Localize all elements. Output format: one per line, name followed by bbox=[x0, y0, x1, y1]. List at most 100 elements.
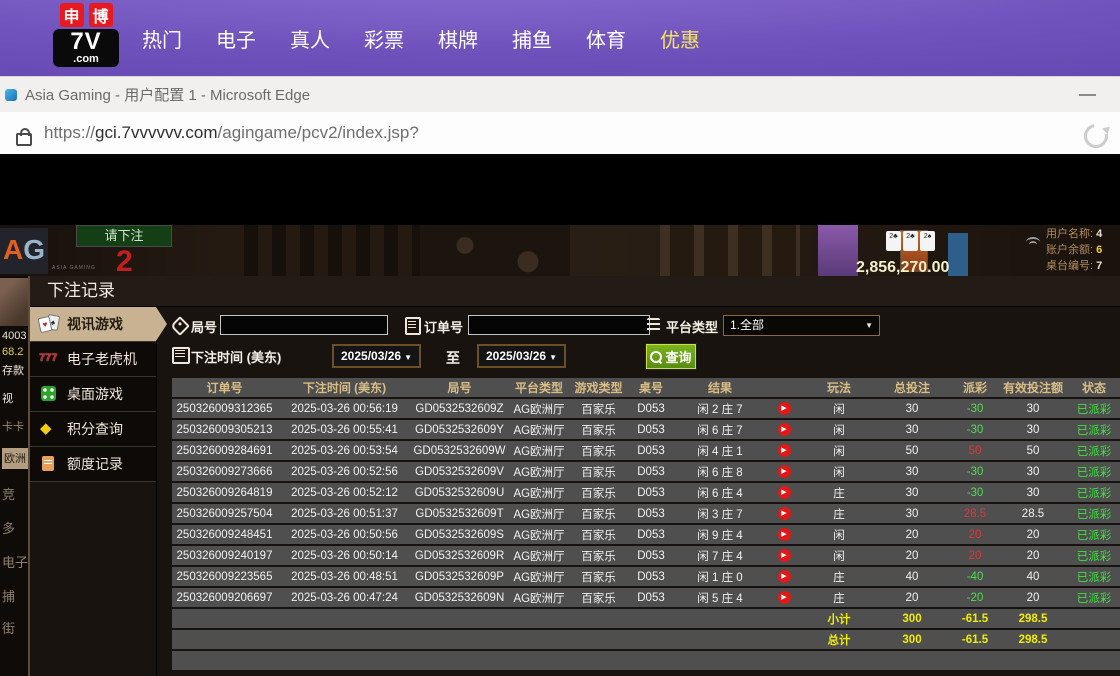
logo-suffix: .com bbox=[56, 55, 116, 64]
col-order: 订单号 bbox=[172, 378, 277, 397]
table-row: 2503260092401972025-03-26 00:50:14GD0532… bbox=[172, 546, 1120, 565]
logo-badge-1: 申 bbox=[60, 3, 84, 27]
cell-round: GD0532532609W bbox=[412, 441, 507, 460]
sum-label: 小计 bbox=[804, 609, 874, 628]
chevron-down-icon: ▼ bbox=[404, 353, 412, 362]
nav-item-slots[interactable]: 电子 bbox=[199, 24, 273, 53]
replay-button[interactable]: ▶ bbox=[778, 423, 791, 436]
replay-button[interactable]: ▶ bbox=[778, 465, 791, 478]
to-label: 至 bbox=[446, 348, 460, 368]
col-game-type: 游戏类型 bbox=[571, 378, 626, 397]
nav-item-live[interactable]: 真人 bbox=[273, 24, 347, 53]
logo-badge-2: 博 bbox=[89, 3, 113, 27]
sidebar-item-slot-machine[interactable]: 777电子老虎机 bbox=[30, 342, 156, 377]
sum-valid-bet: 298.5 bbox=[1000, 630, 1066, 649]
cell-result: 闲 6 庄 7 bbox=[676, 420, 764, 439]
cell-valid-bet: 30 bbox=[1000, 483, 1066, 502]
round-input[interactable] bbox=[220, 315, 388, 335]
cell-payout: -30 bbox=[950, 420, 1000, 439]
background-fragment: 竞 bbox=[2, 484, 15, 503]
sidebar-item-table-games[interactable]: 桌面游戏 bbox=[30, 377, 156, 412]
background-fragment: 68.2 bbox=[2, 346, 23, 358]
cell-bet-time: 2025-03-26 00:50:56 bbox=[277, 525, 412, 544]
cell-play-type: 闲 bbox=[804, 462, 874, 481]
tag-icon bbox=[170, 316, 190, 336]
replay-button[interactable]: ▶ bbox=[778, 549, 791, 562]
cell-platform: AG欧洲厅 bbox=[507, 483, 571, 502]
sum-valid-bet: 298.5 bbox=[1000, 609, 1066, 628]
cell-payout: 50 bbox=[950, 441, 1000, 460]
sidebar-item-points-query[interactable]: ◆积分查询 bbox=[30, 412, 156, 447]
nav-item-promo[interactable]: 优惠 bbox=[643, 24, 717, 53]
cell-platform: AG欧洲厅 bbox=[507, 441, 571, 460]
sidebar-item-label: 桌面游戏 bbox=[67, 384, 123, 404]
cell-order: 250326009305213 bbox=[172, 420, 277, 439]
cell-table: D053 bbox=[626, 462, 676, 481]
nav-item-sports[interactable]: 体育 bbox=[569, 24, 643, 53]
cell-status: 已派彩 bbox=[1066, 420, 1120, 439]
replay-button[interactable]: ▶ bbox=[778, 486, 791, 499]
cell-order: 250326009257504 bbox=[172, 504, 277, 523]
sum-total-bet: 300 bbox=[874, 609, 950, 628]
table-row: 2503260092736662025-03-26 00:52:56GD0532… bbox=[172, 462, 1120, 481]
background-fragment: 街 bbox=[2, 618, 15, 637]
col-bet-time: 下注时间 (美东) bbox=[277, 378, 412, 397]
edge-icon bbox=[5, 89, 17, 101]
summary-total-row: 总计300-61.5298.5 bbox=[172, 630, 1120, 649]
cell-order: 250326009312365 bbox=[172, 399, 277, 418]
lock-icon[interactable] bbox=[16, 133, 32, 146]
page-viewport: AG ASIA GAMING 请下注 2 2♣ 2♣ 2♠ 2,856,270.… bbox=[0, 157, 1120, 676]
cell-play-type: 闲 bbox=[804, 420, 874, 439]
cell-game-type: 百家乐 bbox=[571, 399, 626, 418]
cell-play-type: 庄 bbox=[804, 588, 874, 607]
sum-spacer bbox=[172, 609, 804, 628]
cell-order: 250326009240197 bbox=[172, 546, 277, 565]
replay-button[interactable]: ▶ bbox=[778, 591, 791, 604]
date-to-picker[interactable]: 2025/03/26▼ bbox=[477, 344, 566, 368]
screen: 申 博 7V .com 热门电子真人彩票棋牌捕鱼体育优惠 Asia Gaming… bbox=[0, 0, 1120, 676]
cell-status: 已派彩 bbox=[1066, 504, 1120, 523]
replay-button[interactable]: ▶ bbox=[778, 402, 791, 415]
cell-replay: ▶ bbox=[764, 441, 804, 460]
replay-button[interactable]: ▶ bbox=[778, 570, 791, 583]
cell-valid-bet: 28.5 bbox=[1000, 504, 1066, 523]
replay-button[interactable]: ▶ bbox=[778, 444, 791, 457]
cell-platform: AG欧洲厅 bbox=[507, 462, 571, 481]
document-icon bbox=[39, 455, 60, 473]
sidebar-item-video-games[interactable]: ♠♥视讯游戏 bbox=[30, 307, 156, 342]
browser-urlbar[interactable]: https://gci.7vvvvvv.com/agingame/pcv2/in… bbox=[0, 112, 1120, 157]
panel-sidebar: ♠♥视讯游戏777电子老虎机桌面游戏 ◆积分查询额度记录 bbox=[30, 307, 156, 482]
cell-play-type: 闲 bbox=[804, 441, 874, 460]
platform-select[interactable]: 1.全部▼ bbox=[723, 315, 880, 336]
replay-button[interactable]: ▶ bbox=[778, 507, 791, 520]
nav-item-board[interactable]: 棋牌 bbox=[421, 24, 495, 53]
replay-button[interactable]: ▶ bbox=[778, 528, 791, 541]
cell-order: 250326009264819 bbox=[172, 483, 277, 502]
cell-game-type: 百家乐 bbox=[571, 504, 626, 523]
site-logo[interactable]: 申 博 7V .com bbox=[40, 3, 132, 73]
dealer-photo bbox=[0, 278, 28, 326]
order-input[interactable] bbox=[468, 315, 650, 335]
col-payout: 派彩 bbox=[950, 378, 1000, 397]
account-info: 用户名称: 4 账户余额: 6 桌台编号: 7 bbox=[1046, 226, 1102, 274]
cell-valid-bet: 30 bbox=[1000, 399, 1066, 418]
cell-order: 250326009284691 bbox=[172, 441, 277, 460]
platform-label: 平台类型 bbox=[666, 317, 718, 336]
minimize-button[interactable] bbox=[1079, 94, 1096, 96]
search-button[interactable]: 查询 bbox=[646, 344, 696, 369]
nav-item-hot[interactable]: 热门 bbox=[125, 24, 199, 53]
background-slot-screen bbox=[818, 225, 858, 276]
wifi-icon bbox=[1026, 237, 1040, 247]
nav-item-lottery[interactable]: 彩票 bbox=[347, 24, 421, 53]
refresh-icon[interactable] bbox=[1079, 119, 1112, 152]
playing-card: 2♠ bbox=[920, 231, 935, 251]
nav-item-fishing[interactable]: 捕鱼 bbox=[495, 24, 569, 53]
dice-icon bbox=[39, 385, 60, 403]
date-from-picker[interactable]: 2025/03/26▼ bbox=[332, 344, 421, 368]
url-text[interactable]: https://gci.7vvvvvv.com/agingame/pcv2/in… bbox=[44, 123, 419, 143]
search-icon bbox=[650, 351, 662, 363]
cell-round: GD0532532609S bbox=[412, 525, 507, 544]
sidebar-item-quota-records[interactable]: 额度记录 bbox=[30, 447, 156, 482]
cell-round: GD0532532609Y bbox=[412, 420, 507, 439]
cell-replay: ▶ bbox=[764, 399, 804, 418]
